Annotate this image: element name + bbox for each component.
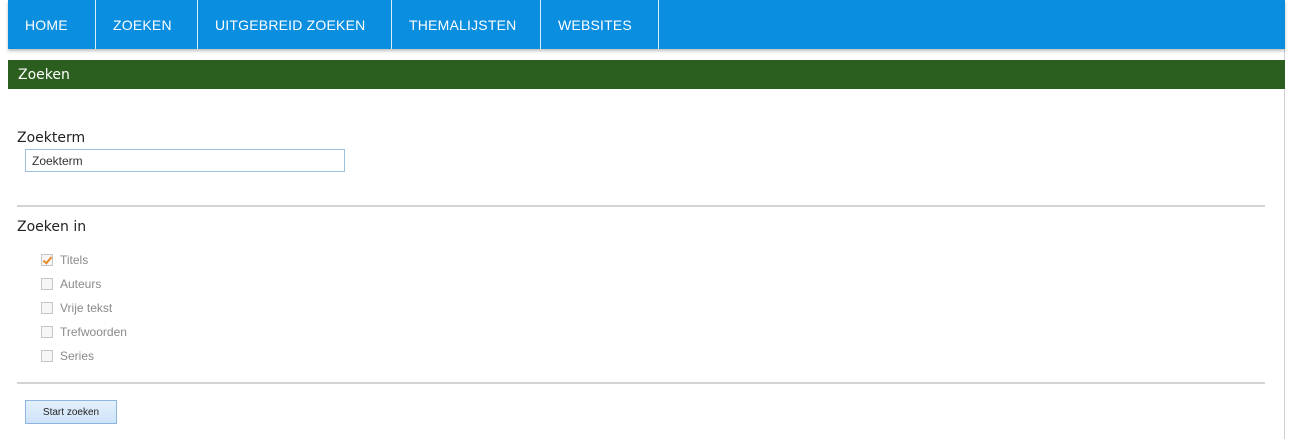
checkbox-trefwoorden[interactable]: Trefwoorden xyxy=(41,323,127,341)
page-frame: HOME ZOEKEN UITGEBREID ZOEKEN THEMALIJST… xyxy=(8,0,1285,439)
checkbox-label: Auteurs xyxy=(60,277,102,291)
checkbox-box[interactable] xyxy=(41,302,53,314)
search-input[interactable] xyxy=(25,149,345,172)
nav-item-home[interactable]: HOME xyxy=(8,0,96,49)
checkbox-box[interactable] xyxy=(41,254,53,266)
checkbox-label: Vrije tekst xyxy=(60,301,113,315)
checkbox-series[interactable]: Series xyxy=(41,347,94,365)
nav-filler xyxy=(659,0,1285,49)
nav-item-zoeken[interactable]: ZOEKEN xyxy=(96,0,198,49)
checkbox-label: Series xyxy=(60,349,95,363)
checkbox-vrije-tekst[interactable]: Vrije tekst xyxy=(41,299,112,317)
nav-item-themalijsten[interactable]: THEMALIJSTEN xyxy=(392,0,541,49)
top-navigation: HOME ZOEKEN UITGEBREID ZOEKEN THEMALIJST… xyxy=(8,0,1285,49)
search-in-label: Zoeken in xyxy=(17,219,87,235)
divider-top xyxy=(17,205,1265,207)
checkbox-titels[interactable]: Titels xyxy=(41,251,88,269)
checkbox-box[interactable] xyxy=(41,350,53,362)
nav-item-uitgebreid-zoeken[interactable]: UITGEBREID ZOEKEN xyxy=(198,0,392,49)
start-search-button[interactable]: Start zoeken xyxy=(25,400,117,424)
search-term-label: Zoekterm xyxy=(17,130,86,146)
checkbox-box[interactable] xyxy=(41,278,53,290)
section-title: Zoeken xyxy=(18,66,70,83)
checkbox-box[interactable] xyxy=(41,326,53,338)
section-header: Zoeken xyxy=(8,60,1285,89)
checkbox-label: Titels xyxy=(60,253,89,267)
checkbox-auteurs[interactable]: Auteurs xyxy=(41,275,101,293)
nav-item-websites[interactable]: WEBSITES xyxy=(541,0,659,49)
checkbox-label: Trefwoorden xyxy=(60,325,127,339)
divider-bottom xyxy=(17,382,1265,384)
